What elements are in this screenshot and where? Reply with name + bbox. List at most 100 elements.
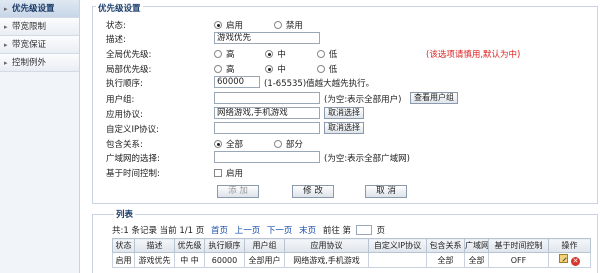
table-row[interactable]: 启用 游戏优先 中 中 60000 全部用户 网络游戏,手机游戏 全部 全部 O… [112,252,591,268]
pager-last-link[interactable]: 末页 [299,226,316,236]
local-priority-label: 局部优先级: [106,65,152,75]
description-label: 描述: [106,35,126,45]
include-relation-row: 包含关系: 全部 部分 [92,137,592,151]
global-priority-medium-radio[interactable] [265,50,274,58]
delete-icon[interactable]: ✕ [571,257,580,266]
status-disabled-radio[interactable] [273,21,282,29]
cell-user-group: 全部用户 [244,252,285,268]
status-enabled-label: 启用 [226,21,244,31]
pager-prev-link[interactable]: 上一页 [235,226,261,236]
description-input[interactable]: 游戏优先 [214,32,320,44]
list-section-title: 列表 [114,208,136,220]
global-priority-medium-label: 中 [277,50,286,60]
column-header: 优先级 [174,238,205,253]
app-protocol-cancel-button[interactable]: 取消选择 [324,107,364,119]
add-button[interactable]: 添 加 [217,185,259,198]
sidebar-item-label: 优先级设置 [12,4,55,14]
user-group-note: (为空:表示全部用户) [324,95,402,105]
execution-order-row: 执行顺序: 60000 (1-65535)值越大越先执行。 [92,76,592,90]
column-header: 广域网 [464,238,489,253]
global-priority-high-label: 高 [226,50,235,60]
settings-section-title: 优先级设置 [96,2,143,14]
time-control-checkbox[interactable] [214,169,222,177]
app-protocol-label: 应用协议: [106,110,143,120]
column-header: 描述 [134,238,175,253]
wan-selection-label: 广域网的选择: [106,154,160,164]
column-header: 操作 [548,238,591,253]
time-control-checkbox-label: 启用 [226,169,244,179]
main-panel: 优先级设置 状态: 启用 禁用 描述: 游戏优先 全局优先级: 高 中 低 (该… [92,2,598,273]
include-partial-label: 部分 [285,140,303,150]
arrow-icon: ▸ [4,23,8,31]
description-row: 描述: 游戏优先 [92,32,592,46]
local-priority-high-radio[interactable] [214,65,222,73]
wan-selection-row: 广域网的选择: (为空:表示全部广域网) [92,151,592,165]
arrow-icon: ▸ [4,59,8,67]
app-protocol-input[interactable]: 网络游戏,手机游戏 [214,107,320,119]
include-relation-label: 包含关系: [106,140,143,150]
sidebar-item-label: 控制例外 [12,58,47,68]
cell-order: 60000 [204,252,245,268]
priority-table: 状态 描述 优先级 执行顺序 用户组 应用协议 自定义IP协议 包含关系 广域网… [112,238,591,268]
modify-button[interactable]: 修 改 [292,185,334,198]
local-priority-low-radio[interactable] [316,65,325,73]
include-all-radio[interactable] [214,140,222,148]
cell-description: 游戏优先 [134,252,175,268]
custom-ip-protocol-input[interactable] [214,122,320,134]
pager-first-link[interactable]: 首页 [211,226,228,236]
edit-icon[interactable] [559,254,568,263]
time-control-row: 基于时间控制: 启用 [92,166,592,180]
user-group-label: 用户组: [106,95,135,105]
pager-goto-prefix: 前往 第 [322,226,352,236]
pager-goto-suffix: 页 [376,226,385,236]
status-row: 状态: 启用 禁用 [92,18,592,32]
cancel-button[interactable]: 取 消 [365,185,407,198]
local-priority-high-label: 高 [226,65,235,75]
wan-selection-input[interactable] [214,151,320,163]
status-label: 状态: [106,21,126,31]
local-priority-row: 局部优先级: 高 中 低 [92,62,592,76]
execution-order-note: (1-65535)值越大越先执行。 [264,79,375,89]
sidebar-item-label: 带宽限制 [12,22,47,32]
user-group-input[interactable] [214,92,320,104]
arrow-icon: ▸ [4,41,8,49]
time-control-label: 基于时间控制: [106,169,160,179]
local-priority-medium-label: 中 [277,65,286,75]
custom-ip-cancel-button[interactable]: 取消选择 [324,122,364,134]
column-header: 包含关系 [426,238,465,253]
pager-summary: 共:1 条记录 当前 1/1 页 [112,226,205,236]
sidebar-item-priority-settings[interactable]: ▸ 优先级设置 [0,0,79,18]
cell-custom-ip [368,252,427,268]
app-protocol-row: 应用协议: 网络游戏,手机游戏 取消选择 [92,107,592,121]
local-priority-low-label: 低 [328,65,338,75]
execution-order-input[interactable]: 60000 [214,76,260,88]
user-group-row: 用户组: (为空:表示全部用户) 查看用户组 [92,92,592,106]
column-header: 执行顺序 [204,238,245,253]
cell-status: 启用 [112,252,135,268]
column-header: 应用协议 [284,238,369,253]
cell-priority: 中 中 [174,252,205,268]
status-enabled-radio[interactable] [214,21,222,29]
pager-page-input[interactable] [355,225,372,235]
column-header: 用户组 [244,238,285,253]
global-priority-note: (该选项请慎用,默认为中) [426,50,521,60]
sidebar-item-label: 带宽保证 [12,40,47,50]
execution-order-label: 执行顺序: [106,79,143,89]
pager-next-link[interactable]: 下一页 [267,226,293,236]
global-priority-low-radio[interactable] [316,50,325,58]
cell-include: 全部 [426,252,465,268]
include-partial-radio[interactable] [273,140,282,148]
table-header-row: 状态 描述 优先级 执行顺序 用户组 应用协议 自定义IP协议 包含关系 广域网… [112,238,591,253]
local-priority-medium-radio[interactable] [265,65,274,73]
cell-wan: 全部 [464,252,489,268]
sidebar-item-bandwidth-limit[interactable]: ▸ 带宽限制 [0,18,79,36]
cell-time-control: OFF [488,252,549,268]
view-user-group-button[interactable]: 查看用户组 [410,92,458,104]
sidebar: ▸ 优先级设置 ▸ 带宽限制 ▸ 带宽保证 ▸ 控制例外 [0,0,80,273]
column-header: 自定义IP协议 [368,238,427,253]
include-all-label: 全部 [226,140,244,150]
sidebar-item-bandwidth-guarantee[interactable]: ▸ 带宽保证 [0,36,79,54]
wan-selection-note: (为空:表示全部广域网) [324,154,410,164]
global-priority-high-radio[interactable] [214,50,222,58]
sidebar-item-control-exceptions[interactable]: ▸ 控制例外 [0,54,79,72]
